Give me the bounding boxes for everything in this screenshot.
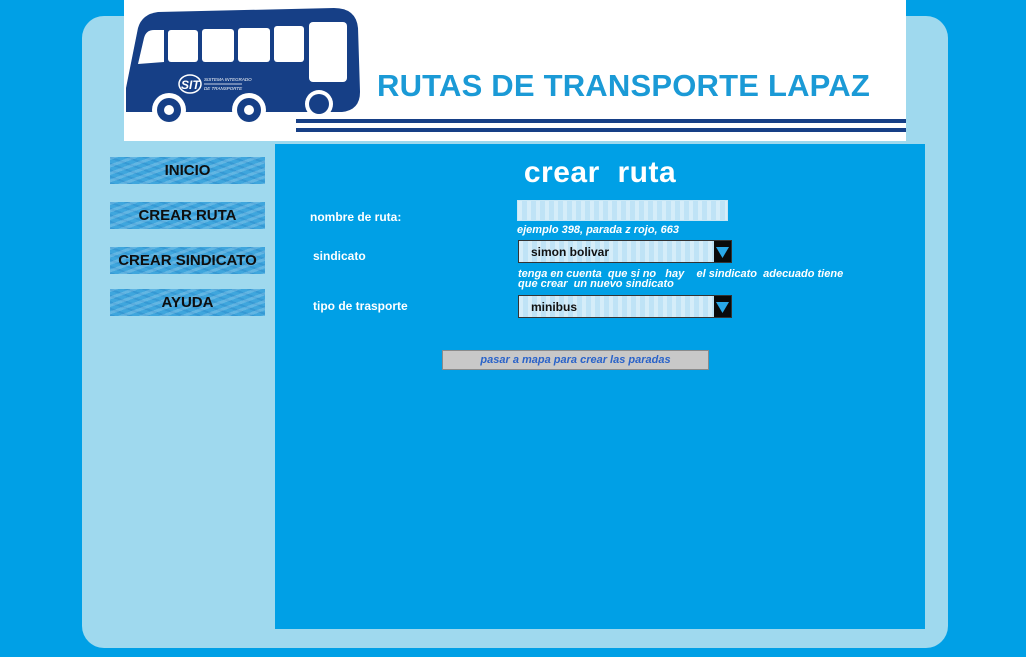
chevron-down-icon[interactable] [714, 241, 731, 262]
header-stripe [296, 128, 906, 132]
tipo-transporte-select[interactable]: minibus [518, 295, 732, 318]
sindicato-selected-value: simon bolivar [531, 245, 610, 259]
svg-text:DE TRANSPORTE: DE TRANSPORTE [204, 86, 243, 91]
route-name-input[interactable] [517, 200, 728, 221]
svg-text:SISTEMA INTEGRADO: SISTEMA INTEGRADO [204, 77, 252, 82]
route-name-hint: ejemplo 398, parada z rojo, 663 [517, 224, 680, 236]
chevron-down-icon[interactable] [714, 296, 731, 317]
route-name-label: nombre de ruta: [310, 210, 402, 224]
header-banner: SIT SISTEMA INTEGRADO DE TRANSPORTE RUTA… [124, 0, 906, 141]
menu-crear-ruta-button[interactable]: CREAR RUTA [110, 202, 265, 229]
svg-text:SIT: SIT [181, 78, 201, 92]
menu-crear-sindicato-button[interactable]: CREAR SINDICATO [110, 247, 265, 274]
go-to-map-button[interactable]: pasar a mapa para crear las paradas [442, 350, 709, 370]
menu-inicio-button[interactable]: INICIO [110, 157, 265, 184]
tipo-transporte-label: tipo de trasporte [313, 299, 408, 313]
sindicato-label: sindicato [313, 249, 366, 263]
header-stripe [296, 119, 906, 123]
tipo-selected-value: minibus [531, 300, 578, 314]
sindicato-select[interactable]: simon bolivar [518, 240, 732, 263]
site-title: RUTAS DE TRANSPORTE LAPAZ [377, 68, 870, 103]
bus-logo: SIT SISTEMA INTEGRADO DE TRANSPORTE [126, 8, 360, 127]
sindicato-hint-line2: que crear un nuevo sindicato [518, 278, 674, 290]
menu-ayuda-button[interactable]: AYUDA [110, 289, 265, 316]
form-panel: crear ruta nombre de ruta: ejemplo 398, … [275, 144, 925, 629]
page-title: crear ruta [523, 156, 677, 189]
